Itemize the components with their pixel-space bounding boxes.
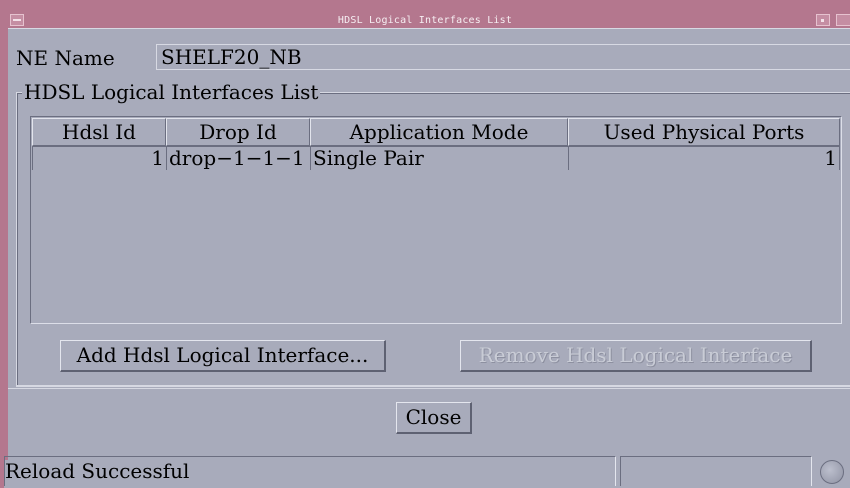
status-panel bbox=[620, 456, 812, 486]
title-bar[interactable]: HDSL Logical Interfaces List bbox=[0, 0, 850, 28]
divider bbox=[8, 388, 850, 389]
add-interface-button[interactable]: Add Hdsl Logical Interface... bbox=[60, 340, 386, 372]
table-cell-hdsl-id[interactable]: 1 bbox=[32, 146, 166, 170]
maximize-icon[interactable] bbox=[836, 14, 850, 26]
minimize-icon[interactable] bbox=[816, 14, 830, 26]
ne-name-field: SHELF20_NB bbox=[156, 44, 850, 70]
ne-name-label: NE Name bbox=[16, 46, 115, 70]
column-header-hdsl-id[interactable]: Hdsl Id bbox=[32, 118, 166, 146]
table-cell-used-physical-ports[interactable]: 1 bbox=[568, 146, 840, 170]
window-border bbox=[0, 28, 8, 460]
remove-interface-button[interactable]: Remove Hdsl Logical Interface bbox=[460, 340, 812, 372]
content-top-edge bbox=[8, 28, 850, 41]
close-button[interactable]: Close bbox=[396, 402, 472, 434]
group-title: HDSL Logical Interfaces List bbox=[22, 80, 321, 104]
table-cell-drop-id[interactable]: drop−1−1−1 bbox=[166, 146, 310, 170]
column-header-drop-id[interactable]: Drop Id bbox=[166, 118, 310, 146]
table-cell-application-mode[interactable]: Single Pair bbox=[310, 146, 568, 170]
status-light-icon bbox=[820, 460, 844, 484]
window-title: HDSL Logical Interfaces List bbox=[337, 15, 513, 26]
column-header-used-physical-ports[interactable]: Used Physical Ports bbox=[568, 118, 840, 146]
column-header-application-mode[interactable]: Application Mode bbox=[310, 118, 568, 146]
status-indicator bbox=[812, 456, 850, 488]
status-message: Reload Successful bbox=[4, 456, 616, 486]
